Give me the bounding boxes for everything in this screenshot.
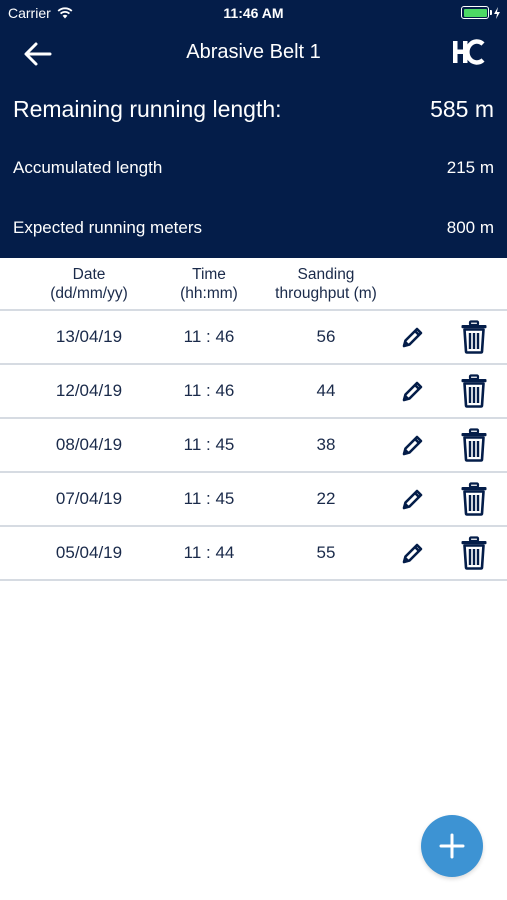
trash-icon: [460, 482, 488, 520]
expected-meters-label: Expected running meters: [13, 218, 202, 237]
accumulated-length-value: 215 m: [446, 158, 494, 177]
time-cell: 11 : 45: [183, 489, 235, 508]
pencil-icon: [400, 543, 426, 570]
time-cell: 11 : 46: [183, 327, 235, 346]
pencil-icon: [400, 327, 426, 354]
column-header-throughput: Sanding throughput (m): [275, 266, 377, 302]
expected-meters-row: Expected running meters 800 m: [13, 218, 494, 238]
hc-logo-icon: [453, 39, 485, 65]
throughput-cell: 38: [316, 435, 336, 454]
date-cell: 07/04/19: [55, 489, 123, 508]
page-title: Abrasive Belt 1: [186, 41, 321, 63]
edit-button[interactable]: [400, 378, 426, 404]
throughput-cell: 56: [316, 327, 336, 346]
throughput-cell: 55: [316, 543, 336, 562]
plus-icon: [439, 833, 465, 859]
table-row: 07/04/19 11 : 45 22: [0, 473, 507, 527]
edit-button[interactable]: [400, 540, 426, 566]
delete-button[interactable]: [460, 428, 488, 462]
accumulated-length-row: Accumulated length 215 m: [13, 158, 494, 178]
expected-meters-value: 800 m: [446, 218, 494, 237]
column-header-time: Time (hh:mm): [180, 266, 238, 302]
throughput-cell: 22: [316, 489, 336, 508]
table-row: 05/04/19 11 : 44 55: [0, 527, 507, 581]
table-header: Date (dd/mm/yy) Time (hh:mm) Sanding thr…: [0, 258, 507, 311]
pencil-icon: [400, 381, 426, 408]
remaining-length-row: Remaining running length: 585 m: [13, 96, 494, 123]
status-bar: Carrier 11:46 AM: [0, 0, 507, 28]
trash-icon: [460, 536, 488, 574]
remaining-length-value: 585 m: [430, 96, 494, 122]
trash-icon: [460, 374, 488, 412]
add-entry-button[interactable]: [421, 815, 483, 877]
edit-button[interactable]: [400, 324, 426, 350]
throughput-cell: 44: [316, 381, 336, 400]
trash-icon: [460, 428, 488, 466]
date-cell: 12/04/19: [55, 381, 123, 400]
remaining-length-label: Remaining running length:: [13, 96, 282, 122]
delete-button[interactable]: [460, 536, 488, 570]
date-cell: 05/04/19: [55, 543, 123, 562]
header: Abrasive Belt 1 Remaining running length…: [0, 28, 507, 258]
battery-icon: [461, 6, 492, 19]
delete-button[interactable]: [460, 320, 488, 354]
pencil-icon: [400, 435, 426, 462]
time-cell: 11 : 46: [183, 381, 235, 400]
time-cell: 11 : 44: [183, 543, 235, 562]
status-time: 11:46 AM: [223, 5, 284, 21]
time-cell: 11 : 45: [183, 435, 235, 454]
delete-button[interactable]: [460, 374, 488, 408]
pencil-icon: [400, 489, 426, 516]
accumulated-length-label: Accumulated length: [13, 158, 163, 177]
table-row: 12/04/19 11 : 46 44: [0, 365, 507, 419]
table-row: 08/04/19 11 : 45 38: [0, 419, 507, 473]
table-row: 13/04/19 11 : 46 56: [0, 311, 507, 365]
trash-icon: [460, 320, 488, 358]
edit-button[interactable]: [400, 432, 426, 458]
edit-button[interactable]: [400, 486, 426, 512]
status-right: [461, 6, 501, 19]
column-header-date: Date (dd/mm/yy): [50, 266, 128, 302]
delete-button[interactable]: [460, 482, 488, 516]
date-cell: 08/04/19: [55, 435, 123, 454]
charging-icon: [494, 6, 500, 19]
date-cell: 13/04/19: [55, 327, 123, 346]
